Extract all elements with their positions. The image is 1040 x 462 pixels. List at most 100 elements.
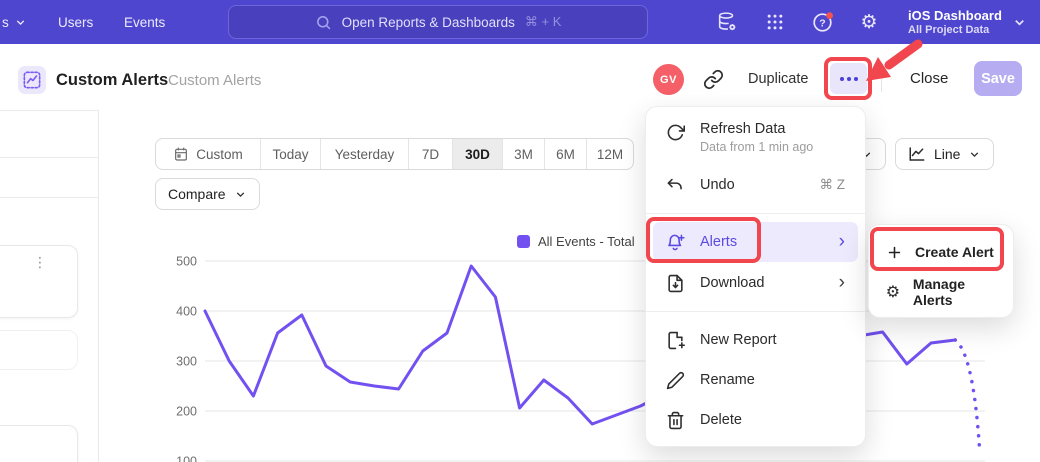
query-builder-panel: ⋮ (0, 110, 99, 462)
nav-item-label: s (2, 15, 9, 30)
menu-item-label: Delete (700, 412, 742, 428)
header-divider (881, 66, 882, 92)
nav-item-truncated[interactable]: s (2, 0, 27, 44)
date-range-control: Custom Today Yesterday 7D 30D 3M 6M 12M (155, 138, 634, 170)
project-selector[interactable]: iOS Dashboard All Project Data (908, 4, 1027, 40)
range-custom[interactable]: Custom (156, 139, 260, 169)
submenu-item-manage-alerts[interactable]: ⚙ Manage Alerts (876, 273, 1006, 311)
chevron-down-icon (1012, 15, 1027, 30)
menu-item-download[interactable]: Download › (653, 263, 858, 303)
data-management-icon[interactable] (714, 0, 740, 44)
range-label: Yesterday (335, 147, 395, 162)
settings-gear-icon[interactable]: ⚙ (856, 0, 882, 44)
calendar-icon (173, 146, 189, 162)
menu-item-shortcut: ⌘ Z (820, 177, 846, 193)
plus-icon (885, 243, 903, 261)
save-button[interactable]: Save (974, 61, 1022, 96)
submenu-chevron-icon: › (839, 235, 845, 249)
top-nav-bar: s Users Events Open Reports & Dashboards… (0, 0, 1040, 44)
submenu-item-label: Create Alert (915, 244, 994, 260)
menu-item-label: Undo (700, 177, 735, 193)
svg-text:500: 500 (176, 255, 197, 269)
chevron-down-icon (234, 188, 247, 201)
insights-report-icon (18, 66, 46, 94)
menu-item-label: Alerts (700, 234, 737, 250)
menu-item-label: Refresh Data (700, 121, 813, 137)
trash-icon (666, 411, 685, 430)
nav-item-events[interactable]: Events (124, 0, 165, 44)
avatar[interactable]: GV (653, 64, 684, 95)
range-label: 30D (465, 147, 490, 162)
mixpanel-dashboard: s Users Events Open Reports & Dashboards… (0, 0, 1040, 462)
search-input[interactable]: Open Reports & Dashboards ⌘ + K (228, 5, 648, 39)
undo-icon (666, 176, 685, 195)
alerts-submenu: Create Alert ⚙ Manage Alerts (868, 224, 1014, 318)
submenu-item-label: Manage Alerts (913, 276, 997, 308)
new-report-icon (666, 331, 685, 350)
metric-card[interactable]: ⋮ (0, 245, 78, 318)
svg-text:?: ? (819, 17, 825, 29)
project-scope: All Project Data (908, 24, 1002, 37)
notification-dot (826, 12, 833, 19)
range-label: Today (272, 147, 308, 162)
svg-text:300: 300 (176, 355, 197, 369)
breadcrumb: Custom Alerts (168, 72, 261, 89)
menu-divider (646, 311, 865, 312)
range-label: 3M (514, 147, 533, 162)
menu-divider (646, 213, 865, 214)
range-7d[interactable]: 7D (408, 139, 452, 169)
chart-legend[interactable]: All Events - Total (517, 234, 635, 249)
menu-item-new-report[interactable]: New Report (653, 320, 858, 360)
menu-item-undo[interactable]: Undo ⌘ Z (653, 165, 858, 205)
menu-item-refresh-data[interactable]: Refresh Data Data from 1 min ago (653, 113, 858, 161)
menu-item-label: Rename (700, 372, 755, 388)
menu-item-alerts[interactable]: Alerts › (653, 222, 858, 262)
nav-item-label: Users (58, 15, 93, 30)
range-label: 12M (597, 147, 623, 162)
refresh-icon (666, 123, 685, 142)
range-6m[interactable]: 6M (544, 139, 586, 169)
nav-item-users[interactable]: Users (58, 0, 93, 44)
duplicate-button[interactable]: Duplicate (748, 71, 808, 87)
download-icon (666, 274, 685, 293)
panel-divider (0, 197, 99, 198)
chevron-down-icon (14, 16, 27, 29)
add-metric-card[interactable] (0, 330, 78, 370)
help-icon[interactable]: ? (810, 0, 836, 44)
share-link-icon[interactable] (703, 69, 724, 90)
panel-divider (0, 157, 99, 158)
menu-item-label: New Report (700, 332, 777, 348)
menu-item-rename[interactable]: Rename (653, 360, 858, 400)
more-options-button[interactable] (830, 63, 867, 94)
compare-label: Compare (168, 186, 226, 202)
search-icon (315, 14, 332, 31)
menu-item-label: Download (700, 275, 765, 291)
menu-item-sublabel: Data from 1 min ago (700, 140, 813, 154)
legend-swatch (517, 235, 530, 248)
apps-grid-icon[interactable] (762, 0, 788, 44)
line-chart-icon (908, 145, 926, 163)
submenu-item-create-alert[interactable]: Create Alert (876, 233, 1006, 271)
range-today[interactable]: Today (260, 139, 320, 169)
chart-type-label: Line (934, 146, 960, 162)
project-name: iOS Dashboard (908, 8, 1002, 24)
nav-item-label: Events (124, 15, 165, 30)
kebab-menu-icon[interactable]: ⋮ (33, 256, 47, 269)
range-label: 6M (556, 147, 575, 162)
chevron-down-icon (968, 148, 981, 161)
range-12m[interactable]: 12M (586, 139, 633, 169)
close-button[interactable]: Close (910, 70, 948, 87)
filter-card[interactable] (0, 425, 78, 462)
search-placeholder: Open Reports & Dashboards (342, 15, 515, 30)
range-30d-selected[interactable]: 30D (452, 139, 502, 169)
svg-text:100: 100 (176, 455, 197, 462)
search-shortcut: ⌘ + K (525, 14, 562, 30)
pencil-icon (666, 371, 685, 390)
range-yesterday[interactable]: Yesterday (320, 139, 408, 169)
chart-type-selector[interactable]: Line (895, 138, 994, 170)
range-3m[interactable]: 3M (502, 139, 544, 169)
submenu-chevron-icon: › (839, 276, 845, 290)
compare-button[interactable]: Compare (155, 178, 260, 210)
menu-item-delete[interactable]: Delete (653, 400, 858, 440)
legend-label: All Events - Total (538, 234, 635, 249)
